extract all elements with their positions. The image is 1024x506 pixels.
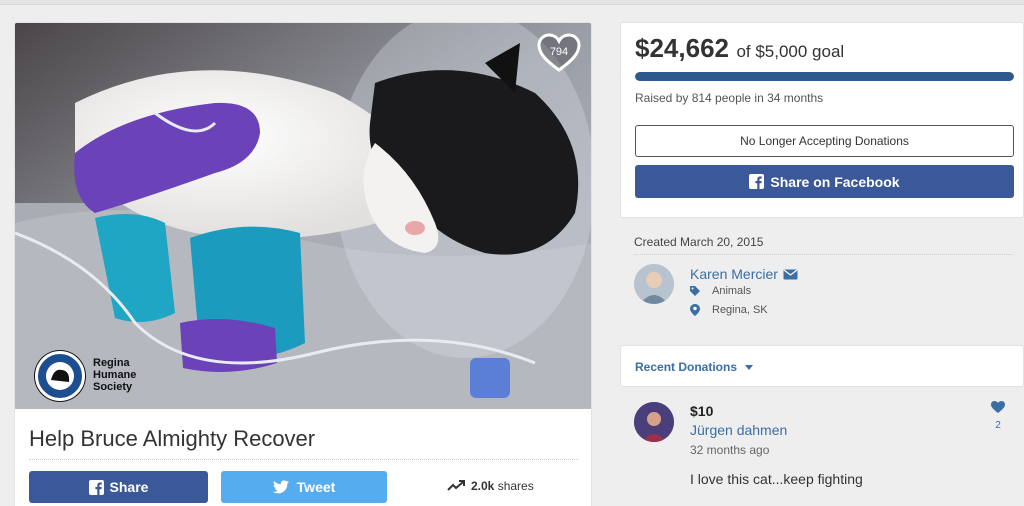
regina-humane-society-logo: Regina Humane Society	[35, 351, 165, 405]
meta-divider	[634, 254, 1013, 255]
recent-donations-header: Recent Donations	[620, 345, 1024, 387]
goal-text: of $5,000 goal	[736, 42, 845, 61]
facebook-share-label: Share	[109, 479, 149, 495]
raised-amount: $24,662	[635, 33, 729, 63]
recent-donations-title: Recent Donations	[635, 360, 738, 374]
donations-closed-button[interactable]: No Longer Accepting Donations	[635, 125, 1014, 157]
organizer-name: Karen Mercier	[690, 266, 778, 282]
shares-label: shares	[497, 479, 534, 493]
donation-item: $10 Jürgen dahmen 32 months ago I love t…	[620, 388, 1024, 506]
location-row: Regina, SK	[690, 304, 768, 316]
tweet-label: Tweet	[296, 479, 336, 495]
facebook-share-button[interactable]: Share	[29, 471, 208, 503]
donation-amount: $10	[690, 403, 714, 419]
recent-donations-toggle[interactable]: Recent Donations	[635, 360, 754, 374]
facebook-icon	[88, 479, 104, 495]
campaign-meta: Created March 20, 2015 Karen Mercier Ani…	[620, 218, 1024, 344]
like-button[interactable]: 2	[990, 400, 1006, 431]
share-on-facebook-button[interactable]: Share on Facebook	[635, 165, 1014, 198]
twitter-icon	[272, 480, 289, 494]
donation-message: I love this cat...keep fighting	[690, 471, 863, 487]
logo-emblem	[35, 351, 85, 401]
donor-avatar[interactable]	[634, 402, 674, 442]
like-count: 2	[995, 420, 1001, 431]
envelope-icon[interactable]	[783, 269, 798, 280]
top-border	[0, 0, 1024, 5]
amount-line: $24,662 of $5,000 goal	[635, 33, 844, 64]
progress-fill	[635, 72, 1014, 81]
logo-text: Regina Humane Society	[93, 357, 137, 393]
favorite-button[interactable]: 794	[537, 33, 581, 73]
donation-time: 32 months ago	[690, 443, 770, 457]
organizer-link[interactable]: Karen Mercier	[690, 266, 798, 282]
map-pin-icon	[690, 304, 700, 316]
organizer-avatar[interactable]	[634, 264, 674, 304]
campaign-photo: 794 Regina Humane Society	[15, 23, 591, 409]
heart-icon	[991, 401, 1005, 413]
campaign-title: Help Bruce Almighty Recover	[29, 426, 316, 451]
share-count: 2.0k shares	[447, 479, 534, 493]
location-label: Regina, SK	[712, 304, 768, 316]
caret-down-icon	[745, 364, 754, 370]
tag-icon	[690, 286, 700, 296]
tweet-button[interactable]: Tweet	[221, 471, 387, 503]
raised-text: Raised by 814 people in 34 months	[635, 91, 824, 105]
facebook-icon	[749, 174, 765, 189]
created-date: Created March 20, 2015	[634, 235, 764, 249]
donation-summary-card: $24,662 of $5,000 goal Raised by 814 peo…	[620, 22, 1024, 218]
trending-icon	[447, 480, 465, 491]
campaign-card: 794 Regina Humane Society Help Bruce Alm…	[14, 22, 592, 506]
category-row: Animals	[690, 285, 751, 297]
title-divider	[29, 459, 579, 460]
heart-count: 794	[549, 46, 569, 58]
progress-bar	[635, 72, 1014, 81]
shares-number: 2.0k	[471, 479, 495, 493]
category-label[interactable]: Animals	[712, 285, 751, 297]
share-on-facebook-label: Share on Facebook	[770, 173, 900, 190]
donor-name[interactable]: Jürgen dahmen	[690, 422, 787, 438]
